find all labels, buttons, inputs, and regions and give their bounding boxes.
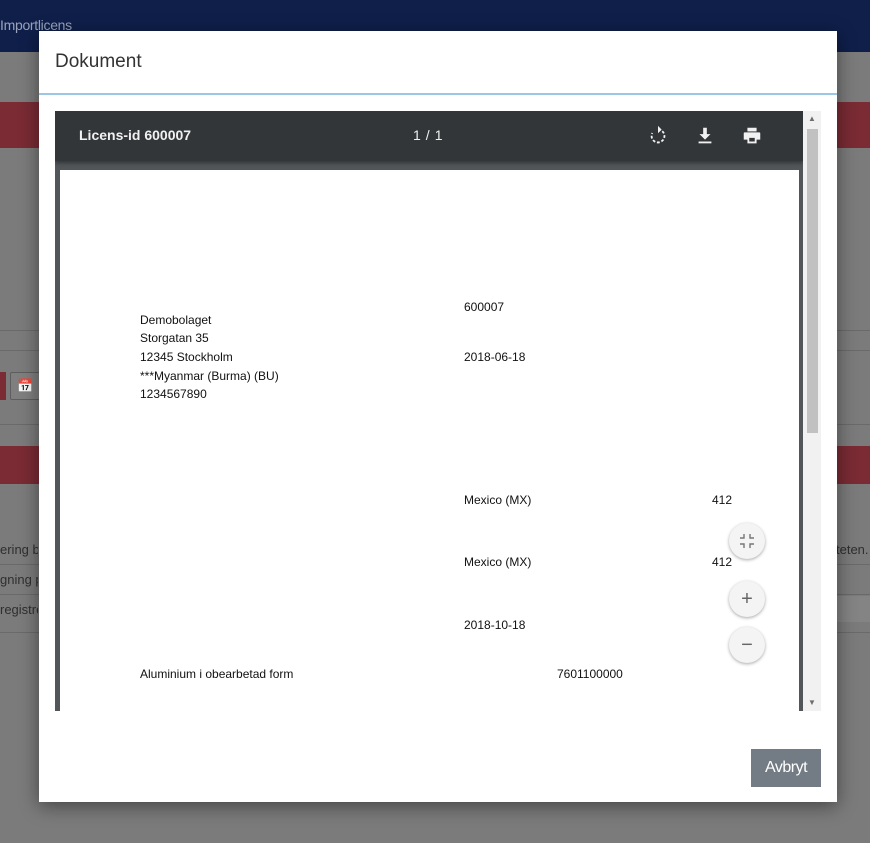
issue-date: 2018-06-18 (464, 350, 526, 364)
viewer-scrollbar[interactable]: ▲ ▼ (803, 111, 821, 711)
document-title: Licens-id 600007 (79, 127, 192, 143)
valid-until-date: 2018-10-18 (464, 618, 526, 632)
shipping-country: Mexico (MX) (464, 555, 532, 569)
list-item: gning p (0, 572, 38, 587)
calendar-plus-icon: 📅 (17, 378, 34, 393)
current-page: 1 (413, 127, 422, 143)
license-id: 600007 (464, 300, 505, 314)
fit-page-icon[interactable] (729, 523, 765, 559)
pdf-page: Demobolaget Storgatan 35 12345 Stockholm… (60, 170, 799, 711)
goods-code: 7601100000 (557, 667, 623, 681)
download-icon[interactable] (694, 125, 716, 147)
shipping-code: 412 (712, 555, 733, 569)
print-icon[interactable] (741, 125, 763, 147)
origin-country: Mexico (MX) (464, 493, 532, 507)
postal-city: 12345 Stockholm (140, 350, 233, 364)
cancel-button[interactable]: Avbryt (751, 749, 821, 787)
delete-button[interactable] (0, 372, 6, 400)
modal-divider (39, 93, 837, 95)
org-number: 1234567890 (140, 387, 207, 401)
company-name: Demobolaget (140, 313, 212, 327)
list-item: registre (0, 602, 38, 617)
list-item-text: teten. (836, 542, 869, 557)
scroll-down-arrow-icon[interactable]: ▼ (803, 695, 821, 711)
zoom-in-icon[interactable]: + (729, 581, 765, 617)
table-row (836, 596, 870, 622)
scrollbar-thumb[interactable] (807, 129, 818, 433)
pdf-toolbar: Licens-id 600007 1/1 (55, 111, 803, 161)
page-indicator: 1/1 (413, 127, 444, 143)
goods-description: Aluminium i obearbetad form (140, 667, 294, 681)
country: ***Myanmar (Burma) (BU) (140, 369, 279, 383)
list-item: ering be (0, 542, 38, 557)
pdf-viewer[interactable]: Licens-id 600007 1/1 Demobolaget Storgat… (55, 111, 821, 711)
origin-code: 412 (712, 493, 733, 507)
document-modal: Dokument Licens-id 600007 1/1 Demobolage… (39, 31, 837, 802)
zoom-out-icon[interactable]: − (729, 627, 765, 663)
rotate-icon[interactable] (647, 125, 669, 147)
street-address: Storgatan 35 (140, 331, 209, 345)
scroll-up-arrow-icon[interactable]: ▲ (803, 111, 821, 127)
modal-title: Dokument (55, 51, 142, 72)
total-pages: 1 (434, 127, 444, 143)
